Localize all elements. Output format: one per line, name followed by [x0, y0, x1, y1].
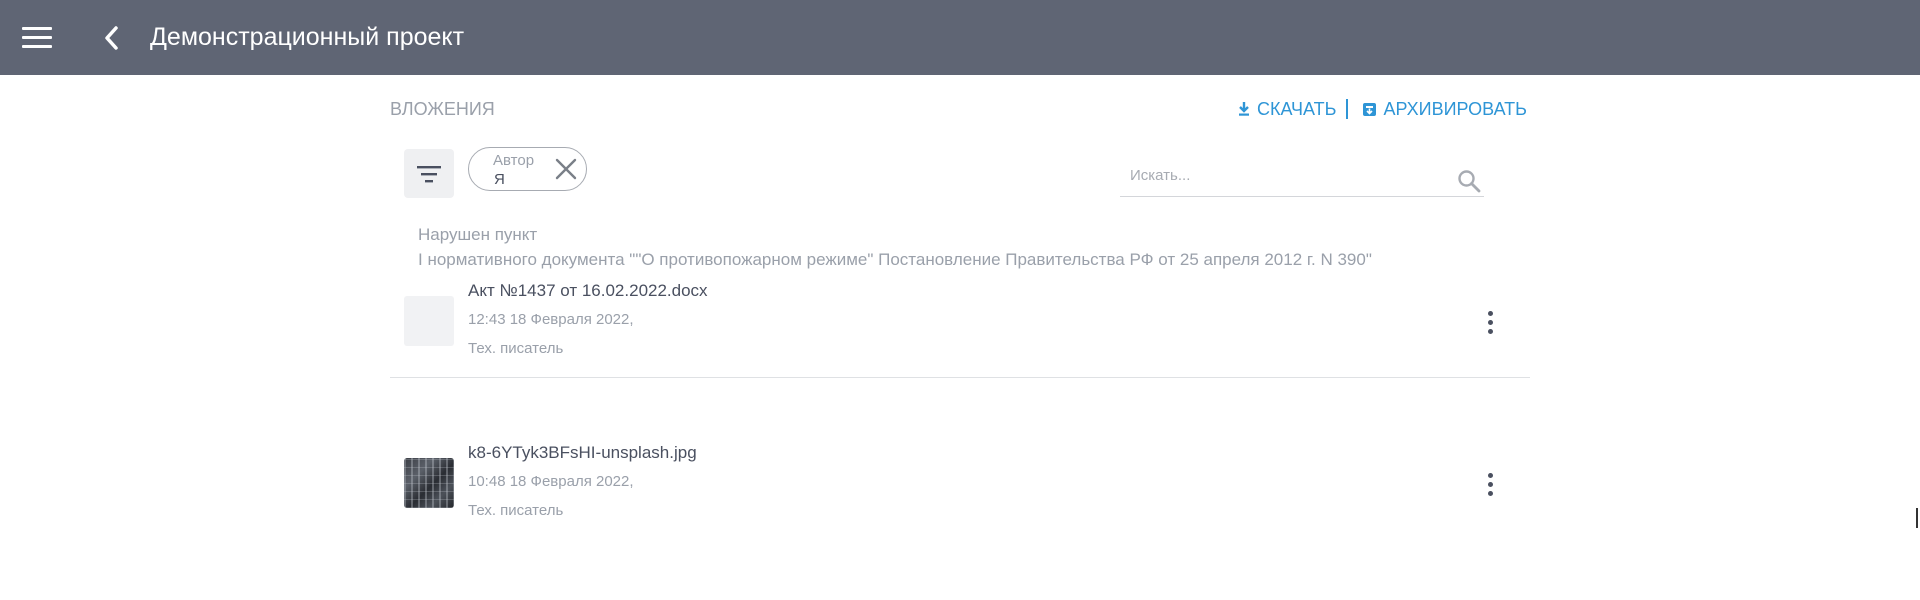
attachment-date: 12:43 18 Февраля 2022, [468, 311, 634, 328]
more-options-icon[interactable] [1484, 311, 1496, 335]
image-thumbnail [404, 458, 454, 508]
text-cursor [1916, 508, 1918, 528]
page-title: Демонстрационный проект [150, 23, 465, 51]
download-icon [1238, 102, 1249, 116]
more-options-icon[interactable] [1484, 473, 1496, 497]
hamburger-menu-icon[interactable] [22, 27, 52, 49]
archive-icon [1363, 102, 1377, 116]
attachment-actions: СКАЧАТЬ АРХИВИРОВАТЬ [1237, 98, 1527, 120]
attachments-section-title: ВЛОЖЕНИЯ [390, 99, 495, 119]
search-field [1120, 160, 1484, 197]
file-thumbnail [404, 296, 454, 346]
chip-value: Я [494, 171, 505, 188]
filter-button[interactable] [404, 149, 454, 198]
filter-icon [417, 166, 441, 183]
archive-button[interactable]: АРХИВИРОВАТЬ [1362, 99, 1527, 120]
attachment-file-name[interactable]: Акт №1437 от 16.02.2022.docx [468, 281, 708, 301]
archive-button-label: АРХИВИРОВАТЬ [1383, 98, 1527, 119]
chevron-left-icon[interactable] [101, 24, 123, 52]
attachment-date: 10:48 18 Февраля 2022, [468, 473, 634, 490]
violation-title: Нарушен пункт [418, 225, 538, 244]
attachment-item[interactable]: k8-6YTyk3BFsHI-unsplash.jpg 10:48 18 Фев… [390, 439, 1530, 539]
close-icon[interactable] [555, 158, 577, 180]
actions-divider [1346, 99, 1349, 119]
violation-text: I нормативного документа ""О противопожа… [418, 250, 1372, 269]
author-filter-chip[interactable]: Автор Я [468, 147, 587, 191]
attachment-author: Тех. писатель [468, 340, 564, 357]
chip-label: Автор [493, 152, 535, 169]
download-button[interactable]: СКАЧАТЬ [1237, 98, 1337, 120]
search-input[interactable] [1120, 160, 1460, 190]
attachment-item[interactable]: Акт №1437 от 16.02.2022.docx 12:43 18 Фе… [390, 277, 1530, 378]
attachment-file-name[interactable]: k8-6YTyk3BFsHI-unsplash.jpg [468, 443, 697, 463]
download-button-label: СКАЧАТЬ [1256, 98, 1337, 119]
top-app-bar: Демонстрационный проект [0, 0, 1920, 75]
attachment-author: Тех. писатель [468, 502, 564, 519]
search-icon[interactable] [1456, 168, 1482, 194]
